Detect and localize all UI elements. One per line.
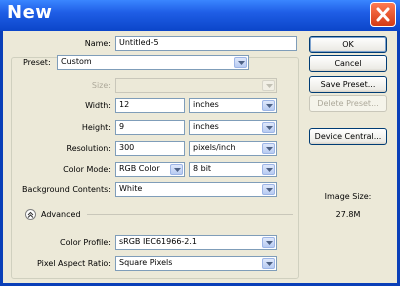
height-label: Height:: [81, 123, 111, 132]
resolution-label: Resolution:: [66, 144, 112, 153]
ok-button[interactable]: OK: [309, 36, 387, 53]
chevron-down-icon: [262, 122, 275, 133]
device-central-button[interactable]: Device Central...: [309, 128, 387, 145]
height-unit-value: inches: [193, 122, 219, 131]
color-mode-dropdown[interactable]: RGB Color: [115, 162, 185, 177]
preset-dropdown[interactable]: Custom: [57, 55, 249, 70]
window-title: New: [7, 2, 53, 23]
size-dropdown: [115, 78, 277, 93]
preset-label: Preset:: [21, 58, 55, 67]
color-profile-value: sRGB IEC61966-2.1: [119, 237, 198, 246]
preset-value: Custom: [61, 57, 92, 66]
chevron-down-icon: [262, 237, 275, 248]
chevron-down-icon: [262, 80, 275, 91]
chevron-down-icon: [262, 164, 275, 175]
advanced-label: Advanced: [41, 210, 81, 219]
color-mode-value: RGB Color: [119, 164, 160, 173]
chevron-down-icon: [262, 143, 275, 154]
name-input[interactable]: Untitled-5: [115, 36, 297, 51]
image-size-label: Image Size:: [324, 192, 372, 201]
color-mode-label: Color Mode:: [63, 165, 111, 174]
chevron-down-icon: [262, 258, 275, 269]
background-contents-dropdown[interactable]: White: [115, 182, 277, 197]
pixel-aspect-ratio-dropdown[interactable]: Square Pixels: [115, 256, 277, 271]
width-unit-dropdown[interactable]: inches: [189, 98, 277, 113]
width-unit-value: inches: [193, 100, 219, 109]
color-profile-dropdown[interactable]: sRGB IEC61966-2.1: [115, 235, 277, 250]
cancel-button[interactable]: Cancel: [309, 55, 387, 72]
pixel-aspect-ratio-label: Pixel Aspect Ratio:: [37, 259, 111, 268]
background-contents-label: Background Contents:: [22, 185, 111, 194]
chevron-up-icon: [27, 211, 34, 218]
pixel-aspect-ratio-value: Square Pixels: [119, 258, 173, 267]
name-label: Name:: [84, 39, 111, 48]
chevron-down-icon: [262, 100, 275, 111]
chevron-down-icon: [262, 184, 275, 195]
size-label: Size:: [91, 81, 111, 90]
color-profile-label: Color Profile:: [60, 238, 111, 247]
resolution-unit-dropdown[interactable]: pixels/inch: [189, 141, 277, 156]
bit-depth-value: 8 bit: [193, 164, 212, 173]
resolution-input[interactable]: 300: [115, 141, 185, 156]
chevron-down-icon: [170, 164, 183, 175]
chevron-down-icon: [234, 57, 247, 68]
height-input[interactable]: 9: [115, 120, 185, 135]
advanced-divider: [87, 214, 293, 215]
advanced-toggle-button[interactable]: [25, 209, 36, 220]
title-bar[interactable]: New: [0, 0, 400, 31]
close-icon: [376, 7, 390, 22]
save-preset-button[interactable]: Save Preset...: [309, 76, 387, 93]
background-contents-value: White: [119, 184, 143, 193]
height-unit-dropdown[interactable]: inches: [189, 120, 277, 135]
dialog-body: Name: Untitled-5 Preset: Custom Size: Wi…: [3, 31, 397, 283]
close-button[interactable]: [370, 2, 396, 27]
resolution-unit-value: pixels/inch: [193, 143, 236, 152]
bit-depth-dropdown[interactable]: 8 bit: [189, 162, 277, 177]
image-size-value: 27.8M: [335, 210, 361, 219]
width-input[interactable]: 12: [115, 98, 185, 113]
delete-preset-button: Delete Preset...: [309, 95, 387, 112]
dialog-window: New Name: Untitled-5 Preset: Custom Size…: [0, 0, 400, 286]
width-label: Width:: [85, 101, 111, 110]
